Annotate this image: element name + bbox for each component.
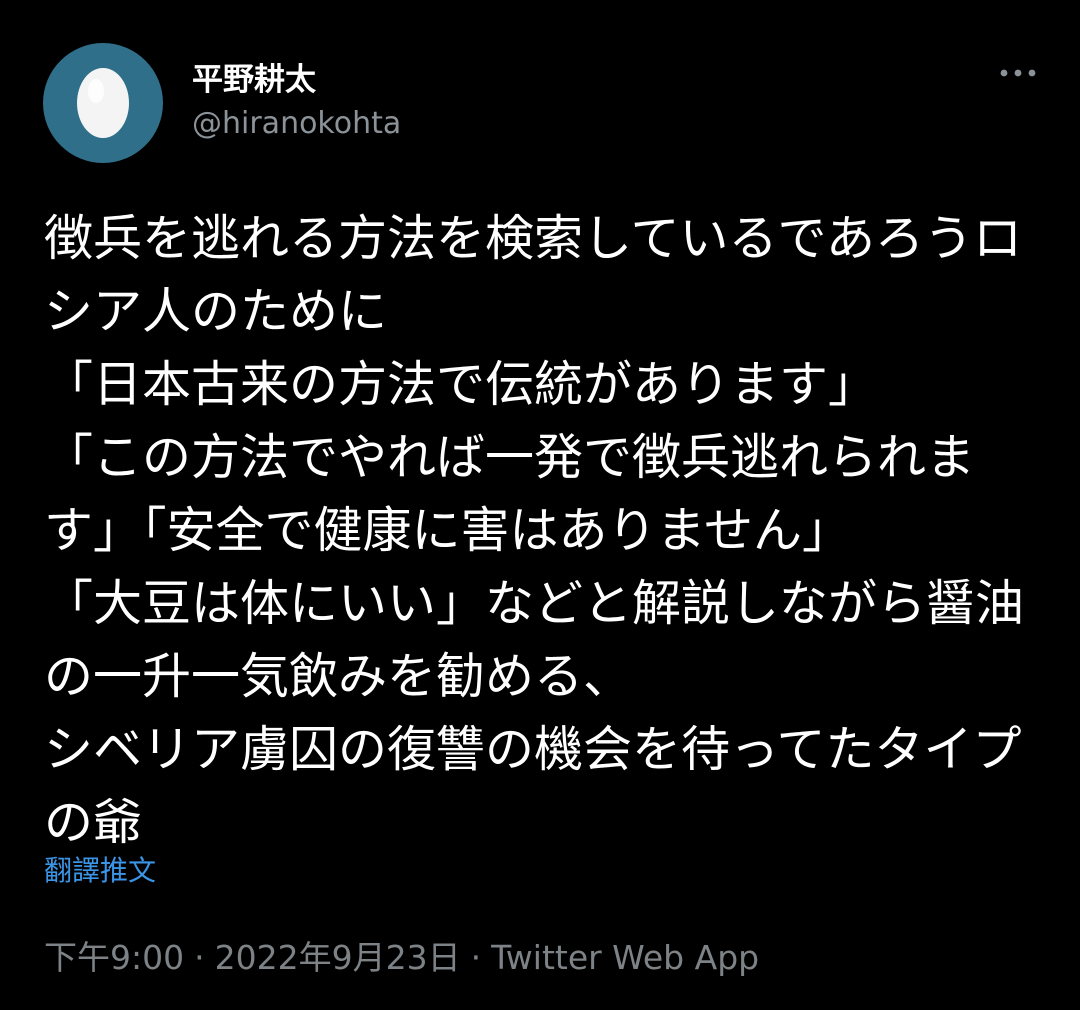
- tweet-text: 徴兵を逃れる方法を検索しているであろうロシア人のために 「日本古来の方法で伝統が…: [44, 210, 1025, 851]
- tweet-source[interactable]: Twitter Web App: [491, 938, 759, 977]
- meta-separator: ·: [470, 938, 482, 977]
- egg-avatar-icon: [77, 68, 129, 138]
- meta-separator: ·: [194, 938, 205, 977]
- author-display-name[interactable]: 平野耕太: [192, 54, 316, 99]
- avatar[interactable]: [43, 43, 163, 163]
- tweet: 平野耕太 @hiranokohta 徴兵を逃れる方法を検索しているであろうロシア…: [0, 0, 1080, 1010]
- tweet-date[interactable]: 2022年9月23日: [215, 938, 461, 977]
- translate-tweet-link[interactable]: 翻譯推文: [44, 849, 156, 889]
- tweet-time[interactable]: 下午9:00: [44, 938, 184, 977]
- tweet-metadata: 下午9:00 · 2022年9月23日 · Twitter Web App: [44, 931, 759, 979]
- more-dots-icon[interactable]: [996, 58, 1040, 88]
- author-handle[interactable]: @hiranokohta: [192, 106, 401, 141]
